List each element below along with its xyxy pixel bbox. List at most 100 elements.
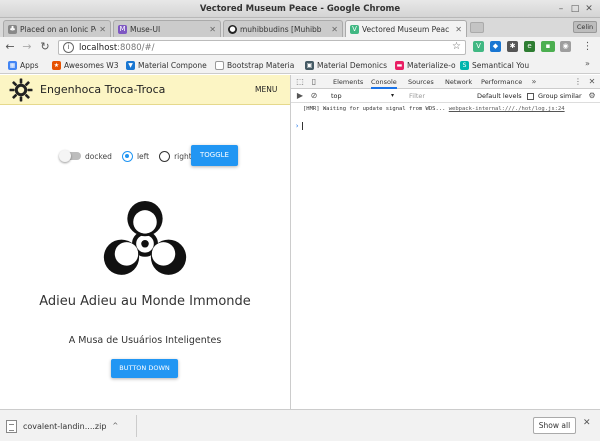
left-radio[interactable] [121,150,133,162]
close-tab-icon[interactable]: ✕ [455,25,462,34]
evernote-icon[interactable]: e [524,41,535,52]
tab-label: Vectored Museum Peac [362,24,450,34]
app-toolbar: Engenhoca Troca-Troca MENU [0,75,290,105]
bookmark-icon: ★ [52,61,61,70]
download-shelf: covalent-landin....zip ^ Show all ✕ [0,409,600,441]
subheadline: A Musa de Usuários Inteligentes [68,335,222,346]
address-bar[interactable]: i localhost:8080/#/ ☆ [58,40,466,55]
download-filename: covalent-landin....zip [23,421,107,431]
clear-console-icon[interactable]: ⊘ [309,91,319,101]
window-titlebar: Vectored Museum Peace - Google Chrome – … [0,0,600,18]
tab-muse-ui[interactable]: M Muse-UI ✕ [113,20,221,37]
vue-icon: V [350,24,359,34]
bookmark-material-compone[interactable]: ▼ Material Compone [126,59,207,72]
docked-switch[interactable] [59,150,81,162]
apps-grid-icon: ▦ [8,61,17,70]
minimize-icon[interactable]: – [555,3,567,15]
group-similar-checkbox[interactable] [527,93,534,100]
console-toolbar: ▶ ⊘ top ▾ Filter Default levels Group si… [291,89,600,103]
extension-icon[interactable]: ◉ [560,41,571,52]
zip-file-icon [6,419,17,433]
tab-label: Placed on an Ionic Pe [20,24,97,34]
group-similar-label: Group similar [538,92,582,100]
sun-gear-logo-icon [9,78,33,102]
devtools-panel: ⬚ ▯ Elements Console Sources Network Per… [290,75,600,409]
console-sidebar-icon[interactable]: ▶ [295,91,305,101]
menu-button[interactable]: MENU [255,85,277,94]
devtools-menu-icon[interactable]: ⋮ [573,77,583,87]
browser-toolbar: ← → ↻ i localhost:8080/#/ ☆ V ◆ ✱ e ▪ ◉ … [0,37,600,57]
back-arrow-icon[interactable]: ← [3,40,17,54]
tab-github[interactable]: ● muhibbudins [Muhibb ✕ [223,20,343,37]
close-tab-icon[interactable]: ✕ [99,25,106,34]
inspect-element-icon[interactable]: ⬚ [295,77,305,87]
profile-badge[interactable]: Celin [573,21,597,33]
extension-badge-icon[interactable]: ▪ [541,41,555,52]
page-icon [215,61,224,70]
tab-label: Muse-UI [130,24,161,34]
kebab-menu-icon[interactable]: ⋮ [582,41,593,52]
tab-label: muhibbudins [Muhibb [240,24,322,34]
download-item[interactable]: covalent-landin....zip ^ [6,416,118,436]
button-down[interactable]: BUTTON DOWN [111,359,178,378]
biohazard-icon [103,200,187,275]
context-selector[interactable]: top [331,92,342,100]
close-tab-icon[interactable]: ✕ [209,25,216,34]
devtools-tab-network[interactable]: Network [445,75,472,89]
info-icon[interactable]: i [63,42,74,53]
pocket-icon[interactable]: ◆ [490,41,501,52]
bookmark-awesomes[interactable]: ★ Awesomes W3 [52,59,118,72]
close-tab-icon[interactable]: ✕ [331,25,338,34]
chevron-up-icon[interactable]: ^ [112,422,118,430]
devtools-tab-sources[interactable]: Sources [408,75,434,89]
devtools-tab-elements[interactable]: Elements [333,75,363,89]
download-divider [136,415,137,437]
close-shelf-icon[interactable]: ✕ [583,418,591,428]
vue-devtools-icon[interactable]: V [473,41,484,52]
devtools-tab-performance[interactable]: Performance [481,75,522,89]
more-tabs-icon[interactable]: » [529,77,539,87]
muse-icon: M [118,24,127,34]
console-message: [HMR] Waiting for update signal from WDS… [303,106,565,112]
tab-strip: ♣ Placed on an Ionic Pe ✕ M Muse-UI ✕ ● … [0,18,600,37]
console-prompt[interactable]: › [295,122,304,130]
semantic-icon: S [460,61,469,70]
right-radio[interactable] [159,150,171,162]
github-icon: ● [228,24,237,34]
show-all-button[interactable]: Show all [533,417,576,434]
url-text[interactable]: localhost:8080/#/ [79,43,155,53]
devtools-tabbar: ⬚ ▯ Elements Console Sources Network Per… [291,75,600,89]
context-dropdown-icon[interactable]: ▾ [391,92,394,99]
console-filter-input[interactable]: Filter [409,92,425,100]
bookmark-apps[interactable]: ▦ Apps [8,59,39,72]
tree-icon: ♣ [8,24,17,34]
bookmark-bootstrap[interactable]: Bootstrap Materia [215,59,294,72]
bookmark-materialize[interactable]: ▬ Materialize-o [395,59,456,72]
bookmark-material-demonics[interactable]: ▣ Material Demonics [305,59,387,72]
left-label: left [136,151,150,161]
console-message-source[interactable]: webpack-internal:///./hot/log.js:24 [449,106,565,112]
app-title: Engenhoca Troca-Troca [40,83,166,96]
more-bookmarks-icon[interactable]: » [585,59,590,68]
docked-label: docked [85,151,112,161]
console-settings-gear-icon[interactable]: ⚙ [587,91,597,101]
forward-arrow-icon[interactable]: → [20,40,34,54]
maximize-icon[interactable]: □ [569,3,581,15]
close-devtools-icon[interactable]: ✕ [587,77,597,87]
material-icon: ▣ [305,61,314,70]
tab-vectored-museum[interactable]: V Vectored Museum Peac ✕ [345,20,467,37]
new-tab-button[interactable] [470,22,484,33]
material-icon: ▼ [126,61,135,70]
bookmark-semantical[interactable]: S Semantical You [460,59,529,72]
toggle-button[interactable]: TOGGLE [191,145,238,166]
bookmark-star-icon[interactable]: ☆ [452,41,461,52]
devtools-tab-console[interactable]: Console [371,75,397,89]
drawer-options: docked left right [59,148,192,164]
close-window-icon[interactable]: ✕ [583,3,595,15]
headline: Adieu Adieu au Monde Immonde [39,294,251,309]
log-levels-dropdown[interactable]: Default levels [477,92,522,100]
tab-ionic[interactable]: ♣ Placed on an Ionic Pe ✕ [3,20,111,37]
settings-ext-icon[interactable]: ✱ [507,41,518,52]
reload-icon[interactable]: ↻ [38,40,52,54]
device-toolbar-icon[interactable]: ▯ [309,77,319,87]
